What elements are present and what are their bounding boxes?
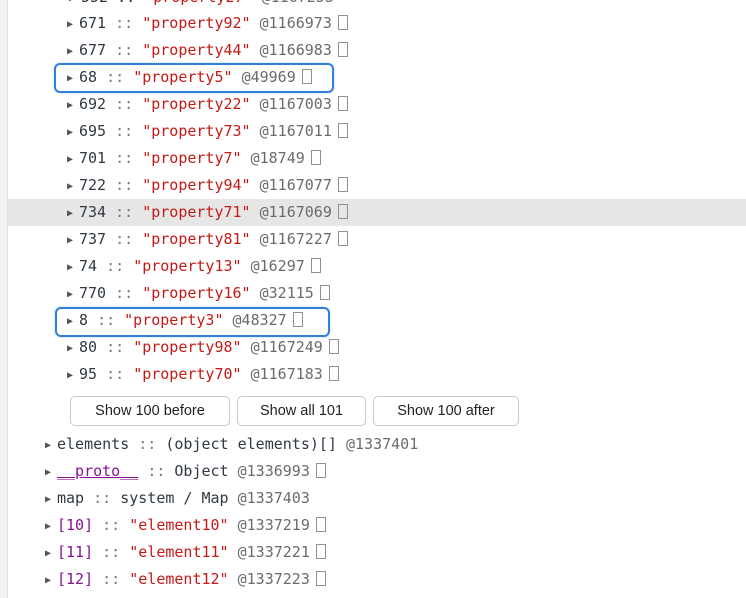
tree-row-highlighted[interactable]: ▶ 68 :: "property5" @49969 [7,64,746,91]
tree-row-highlighted[interactable]: ▶ 8 :: "property3" @48327 [7,307,746,334]
expand-triangle-icon[interactable]: ▶ [45,540,57,567]
expand-triangle-icon[interactable]: ▶ [45,459,57,486]
expand-triangle-icon[interactable]: ▶ [67,362,79,389]
expand-triangle-icon[interactable]: ▶ [67,119,79,146]
reveal-box-icon[interactable] [328,366,339,381]
tree-row[interactable]: ▶ 80 :: "property98" @1167249 [7,334,746,361]
expand-triangle-icon[interactable]: ▶ [67,38,79,65]
tree-row-proto[interactable]: ▶ __proto__ :: Object @1336993 [7,458,746,485]
tree-row-element[interactable]: ▶ [12] :: "element12" @1337223 [7,566,746,593]
expand-triangle-icon[interactable]: ▶ [67,200,79,227]
reveal-box-icon[interactable] [337,96,348,111]
reveal-box-icon[interactable] [301,69,312,84]
reveal-box-icon[interactable] [337,204,348,219]
reveal-box-icon[interactable] [315,571,326,586]
reveal-box-icon[interactable] [337,42,348,57]
expand-triangle-icon[interactable]: ▶ [67,308,79,335]
reveal-box-icon[interactable] [292,312,303,327]
tree-row[interactable]: ▶ 95 :: "property70" @1167183 [7,361,746,388]
expand-triangle-icon[interactable]: ▶ [67,254,79,281]
reveal-box-icon[interactable] [337,123,348,138]
expand-triangle-icon[interactable]: ▶ [45,513,57,540]
tree-row[interactable]: ▶ 701 :: "property7" @18749 [7,145,746,172]
tree-row[interactable]: ▶ 677 :: "property44" @1166983 [7,37,746,64]
expand-triangle-icon[interactable]: ▶ [67,335,79,362]
tree-row[interactable]: ▶ 692 :: "property22" @1167003 [7,91,746,118]
expand-triangle-icon[interactable]: ▶ [67,281,79,308]
expand-triangle-icon[interactable]: ▶ [67,173,79,200]
show-100-after-button[interactable]: Show 100 after [373,396,519,426]
expand-triangle-icon[interactable]: ▶ [67,11,79,38]
tree-row[interactable]: ▶ 671 :: "property92" @1166973 [7,10,746,37]
reveal-box-icon[interactable] [315,463,326,478]
tree-row-selected[interactable]: ▶ 734 :: "property71" @1167069 [7,199,746,226]
reveal-box-icon[interactable] [315,517,326,532]
show-all-button[interactable]: Show all 101 [237,396,366,426]
tree-row[interactable]: ▶ 74 :: "property13" @16297 [7,253,746,280]
tree-row[interactable]: ▶ 770 :: "property16" @32115 [7,280,746,307]
reveal-box-icon[interactable] [328,339,339,354]
tree-row-map[interactable]: ▶ map :: system / Map @1337403 [7,485,746,512]
reveal-box-icon[interactable] [310,150,321,165]
tree-row[interactable]: ▶ 722 :: "property94" @1167077 [7,172,746,199]
reveal-box-icon[interactable] [337,231,348,246]
expand-triangle-icon[interactable]: ▶ [67,227,79,254]
reveal-box-icon[interactable] [310,258,321,273]
reveal-box-icon[interactable] [337,15,348,30]
tree-row[interactable]: ▶ 695 :: "property73" @1167011 [7,118,746,145]
expand-triangle-icon[interactable]: ▶ [67,65,79,92]
tree-row-element[interactable]: ▶ [11] :: "element11" @1337221 [7,539,746,566]
reveal-box-icon[interactable] [337,177,348,192]
show-100-before-button[interactable]: Show 100 before [70,396,230,426]
expand-triangle-icon[interactable]: ▶ [45,486,57,513]
expand-triangle-icon[interactable]: ▶ [67,146,79,173]
expand-triangle-icon[interactable]: ▶ [45,432,57,459]
tree-row[interactable]: ▶ 737 :: "property81" @1167227 [7,226,746,253]
reveal-box-icon[interactable] [319,285,330,300]
tree-row-element[interactable]: ▶ [10] :: "element10" @1337219 [7,512,746,539]
reveal-box-icon[interactable] [315,544,326,559]
expand-triangle-icon[interactable]: ▶ [67,92,79,119]
tree-row-elements[interactable]: ▶ elements :: (object elements)[] @133740… [7,431,746,458]
expand-triangle-icon[interactable]: ▶ [45,567,57,594]
